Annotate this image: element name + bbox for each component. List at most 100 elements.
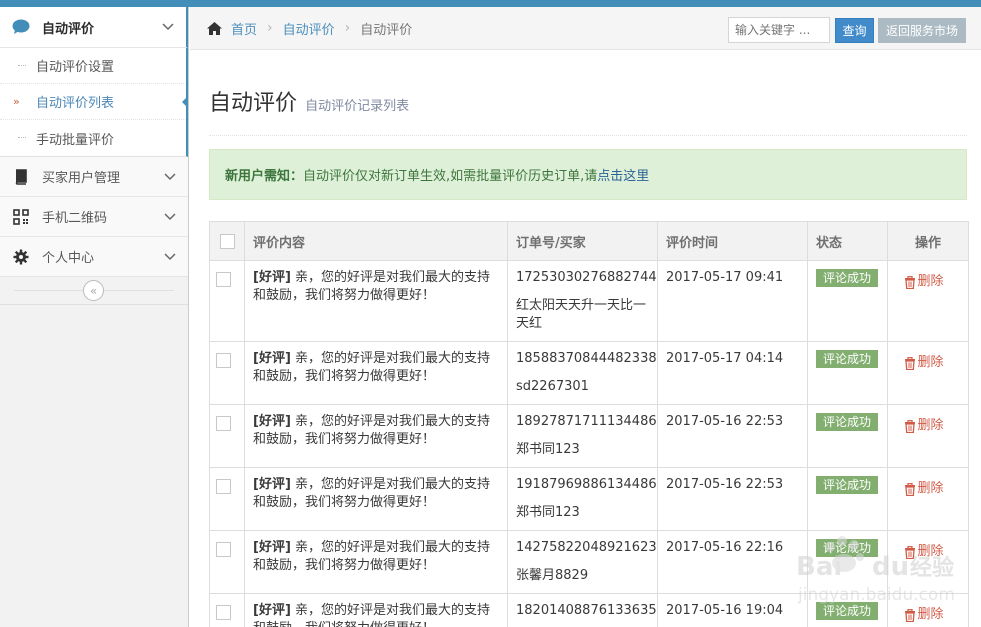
query-button[interactable]: 查询 xyxy=(835,18,874,43)
review-kind: [好评] xyxy=(253,477,291,492)
column-header-order: 订单号/买家 xyxy=(507,221,658,261)
delete-button[interactable]: 删除 xyxy=(904,417,944,435)
review-content-cell: [好评] 亲，您的好评是对我们最大的支持和鼓励，我们将努力做得更好！ xyxy=(244,341,508,405)
page-title: 自动评价 xyxy=(209,91,298,116)
review-kind: [好评] xyxy=(253,414,291,429)
search-input[interactable] xyxy=(728,17,830,43)
column-header-content: 评价内容 xyxy=(244,221,508,261)
sidebar-item-label: 手机二维码 xyxy=(42,211,108,226)
page-subtitle: 自动评价记录列表 xyxy=(305,99,410,114)
qrcode-icon xyxy=(12,208,30,226)
order-number: 19187969886134486 xyxy=(516,477,657,492)
trash-icon xyxy=(904,608,916,622)
action-cell: 删除 xyxy=(887,341,969,405)
order-cell: 18588370844482338 sd2267301 xyxy=(507,341,658,405)
back-to-market-button[interactable]: 返回服务市场 xyxy=(878,18,966,43)
breadcrumb-home-link[interactable]: 首页 xyxy=(231,19,257,38)
gear-icon xyxy=(12,248,30,266)
delete-label: 删除 xyxy=(917,544,944,559)
delete-label: 删除 xyxy=(917,607,944,622)
chevron-down-icon xyxy=(164,211,176,223)
order-number: 18927871711134486 xyxy=(516,414,657,429)
breadcrumb: 首页 › 自动评价 › 自动评价 查询 返回服务市场 xyxy=(190,7,981,50)
delete-button[interactable]: 删除 xyxy=(904,354,944,372)
home-icon[interactable] xyxy=(206,21,223,36)
status-cell: 评论成功 xyxy=(807,593,888,627)
trash-icon xyxy=(904,356,916,370)
select-all-checkbox[interactable] xyxy=(219,233,235,249)
order-number: 14275822048921623 xyxy=(516,540,657,555)
table-row: [好评] 亲，您的好评是对我们最大的支持和鼓励，我们将努力做得更好！ 185883… xyxy=(209,341,969,405)
page-header: 自动评价 自动评价记录列表 xyxy=(209,85,967,136)
delete-label: 删除 xyxy=(917,418,944,433)
sidebar-item-review-list[interactable]: ›› 自动评价列表 xyxy=(0,84,188,120)
breadcrumb-auto-review-link[interactable]: 自动评价 xyxy=(283,19,335,38)
sidebar-item-review-settings[interactable]: 自动评价设置 xyxy=(0,48,186,84)
sidebar-item-label: 自动评价设置 xyxy=(36,60,115,75)
action-cell: 删除 xyxy=(887,467,969,531)
trash-icon xyxy=(904,419,916,433)
order-cell: 14275822048921623 张馨月8829 xyxy=(507,530,658,594)
status-badge: 评论成功 xyxy=(816,602,879,620)
double-chevron-left-icon[interactable]: « xyxy=(83,280,104,301)
notice-text: 自动评价仅对新订单生效,如需批量评价历史订单,请 xyxy=(303,169,598,184)
row-checkbox[interactable] xyxy=(215,353,231,368)
sidebar-item-mobile-qrcode[interactable]: 手机二维码 xyxy=(0,197,188,237)
buyer-name: 红太阳天天升一天比一天红 xyxy=(516,298,647,331)
row-checkbox[interactable] xyxy=(215,542,231,557)
review-kind: [好评] xyxy=(253,540,291,555)
buyer-name: sd2267301 xyxy=(516,379,589,394)
delete-button[interactable]: 删除 xyxy=(904,480,944,498)
order-number: 18201408876133635 xyxy=(516,603,657,618)
status-cell: 评论成功 xyxy=(807,260,888,342)
sidebar-item-manual-batch[interactable]: 手动批量评价 xyxy=(0,120,186,156)
table-row: [好评] 亲，您的好评是对我们最大的支持和鼓励，我们将努力做得更好！ 172530… xyxy=(209,260,969,342)
status-badge: 评论成功 xyxy=(816,413,879,431)
chevron-down-icon xyxy=(164,171,176,183)
active-caret-icon xyxy=(182,96,188,108)
sidebar-item-label: 手动批量评价 xyxy=(36,132,115,148)
sidebar-item-personal-center[interactable]: 个人中心 xyxy=(0,237,188,277)
sidebar-item-buyer-management[interactable]: 买家用户管理 xyxy=(0,157,188,197)
notice-alert: 新用户需知： 自动评价仅对新订单生效,如需批量评价历史订单,请 点击这里 xyxy=(209,149,967,200)
sidebar-item-label: 个人中心 xyxy=(42,251,95,266)
table-row: [好评] 亲，您的好评是对我们最大的支持和鼓励，我们将努力做得更好！ 191879… xyxy=(209,467,969,531)
chevron-right-icon: › xyxy=(344,20,351,36)
review-time: 2017-05-17 09:41 xyxy=(657,260,808,342)
sidebar-section-label: 自动评价 xyxy=(42,21,95,37)
status-badge: 评论成功 xyxy=(816,476,879,494)
review-content-cell: [好评] 亲，您的好评是对我们最大的支持和鼓励，我们将努力做得更好！ xyxy=(244,467,508,531)
action-cell: 删除 xyxy=(887,530,969,594)
delete-label: 删除 xyxy=(917,274,944,289)
order-cell: 18927871711134486 郑书同123 xyxy=(507,404,658,468)
breadcrumb-current: 自动评价 xyxy=(360,22,413,38)
comment-icon xyxy=(12,18,30,36)
row-checkbox[interactable] xyxy=(215,479,231,494)
delete-button[interactable]: 删除 xyxy=(904,273,944,291)
status-cell: 评论成功 xyxy=(807,467,888,531)
order-cell: 19187969886134486 郑书同123 xyxy=(507,467,658,531)
row-checkbox[interactable] xyxy=(215,416,231,431)
delete-label: 删除 xyxy=(917,481,944,496)
table-row: [好评] 亲，您的好评是对我们最大的支持和鼓励，我们将努力做得更好！ 142758… xyxy=(209,530,969,594)
row-checkbox[interactable] xyxy=(215,605,231,620)
delete-button[interactable]: 删除 xyxy=(904,543,944,561)
sidebar-section-auto-review[interactable]: 自动评价 xyxy=(0,7,188,48)
notice-link[interactable]: 点击这里 xyxy=(597,165,649,184)
delete-label: 删除 xyxy=(917,355,944,370)
chevron-down-icon xyxy=(162,21,174,33)
status-badge: 评论成功 xyxy=(816,539,879,557)
review-table: 评价内容 订单号/买家 评价时间 状态 操作 [好评] 亲，您的好评是对我们最大… xyxy=(209,221,969,627)
review-content-cell: [好评] 亲，您的好评是对我们最大的支持和鼓励，我们将努力做得更好！ xyxy=(244,404,508,468)
notice-prefix: 新用户需知： xyxy=(225,169,304,184)
delete-button[interactable]: 删除 xyxy=(904,606,944,624)
buyer-name: 郑书同123 xyxy=(516,505,580,520)
row-checkbox[interactable] xyxy=(215,272,231,287)
sidebar: 自动评价 自动评价设置 ›› 自动评价列表 手动批量评价 买家用户管理 手机二维… xyxy=(0,7,189,627)
review-time: 2017-05-16 19:04 xyxy=(657,593,808,627)
column-header-action: 操作 xyxy=(887,221,969,261)
table-row: [好评] 亲，您的好评是对我们最大的支持和鼓励，我们将努力做得更好！ 189278… xyxy=(209,404,969,468)
trash-icon xyxy=(904,275,916,289)
review-content-cell: [好评] 亲，您的好评是对我们最大的支持和鼓励，我们将努力做得更好！ xyxy=(244,593,508,627)
review-time: 2017-05-16 22:53 xyxy=(657,467,808,531)
